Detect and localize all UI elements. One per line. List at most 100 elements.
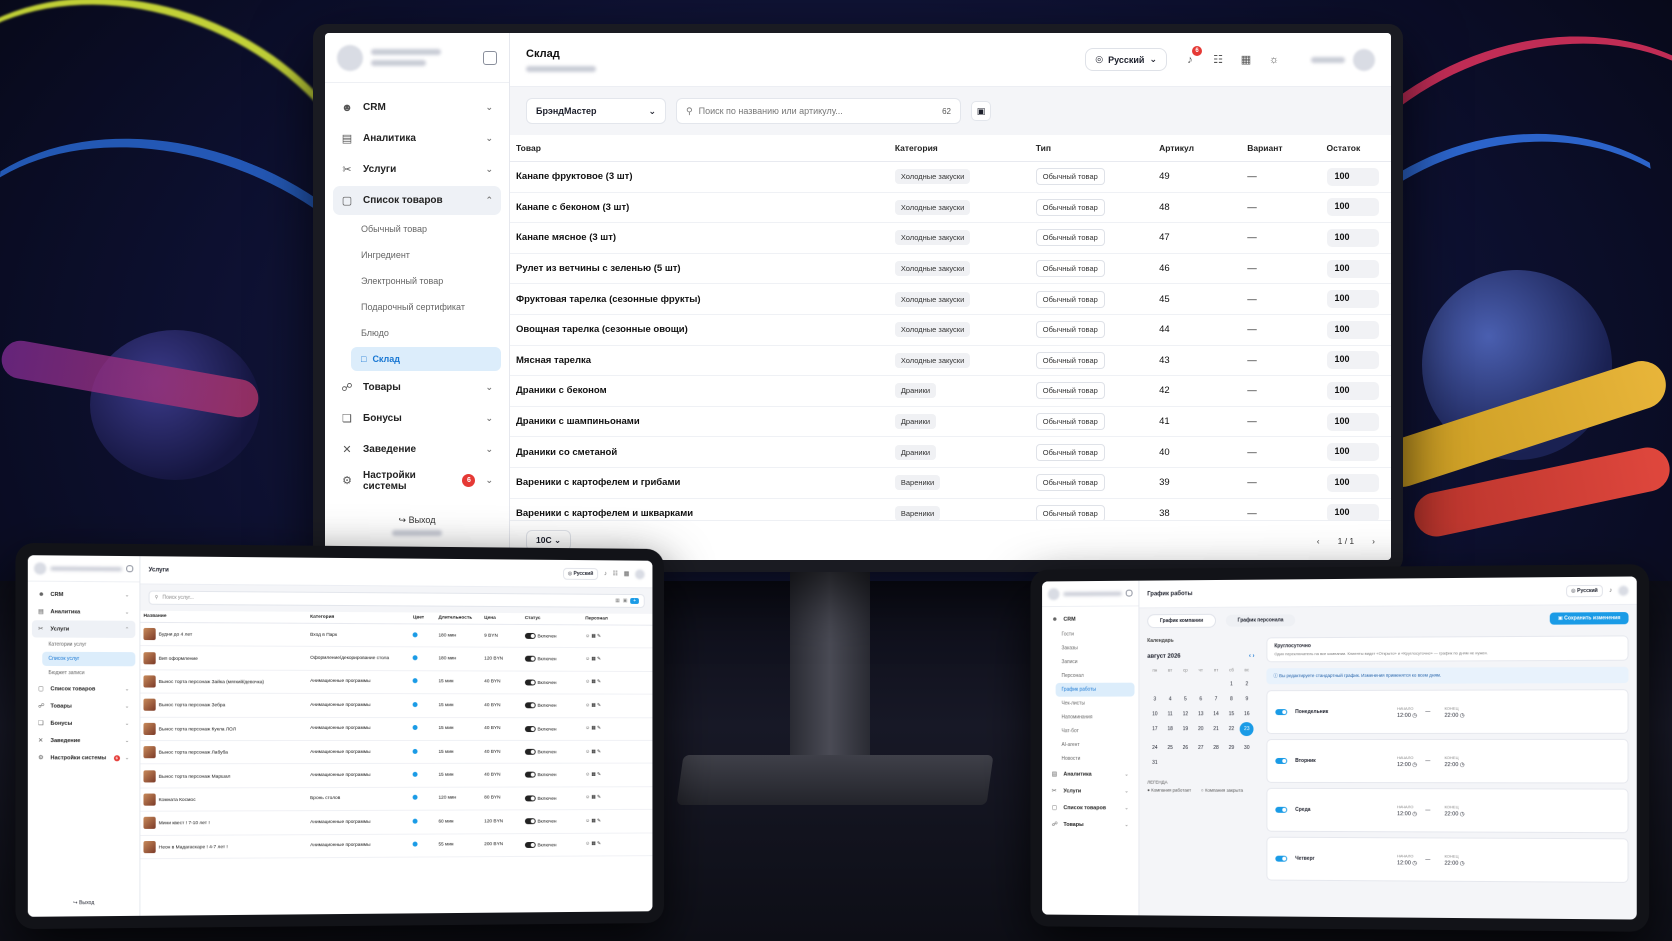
scan-icon[interactable]: ▦ — [1237, 51, 1255, 69]
copy-icon[interactable]: ▣ — [623, 598, 628, 604]
chevron-left-icon[interactable]: ‹ — [1317, 536, 1320, 546]
start-time-input[interactable]: 12:00 ◷ — [1397, 811, 1417, 817]
status-toggle[interactable] — [524, 795, 536, 802]
sidebar-subitem[interactable]: Гости — [1056, 627, 1135, 641]
start-time-input[interactable]: 12:00 ◷ — [1397, 860, 1417, 866]
calendar-day[interactable]: 23 — [1239, 722, 1254, 737]
stock-input[interactable]: 100 — [1326, 351, 1379, 370]
calendar-day[interactable]: 14 — [1208, 711, 1223, 717]
qr-icon[interactable]: ▦ — [591, 634, 595, 639]
language-select[interactable]: ◎ Русский — [563, 567, 599, 580]
sidebar-item-services[interactable]: ✂ Услуги ⌄ — [1046, 782, 1135, 799]
status-toggle[interactable] — [524, 748, 536, 755]
edit-icon[interactable]: ✎ — [597, 726, 601, 731]
sidebar-subitem[interactable]: Персонал — [1056, 669, 1135, 683]
table-row[interactable]: Мясная тарелка Холодные закуски Обычный то… — [510, 345, 1391, 377]
sidebar-subitem[interactable]: Список услуг — [42, 651, 136, 667]
column-header[interactable]: Название — [140, 610, 308, 624]
qr-icon[interactable]: ▦ — [591, 726, 595, 731]
staff-icon[interactable]: ☺ — [585, 773, 590, 778]
logout-button[interactable]: ↪ Выход — [325, 515, 509, 550]
bell-icon[interactable]: ♪ — [1609, 587, 1612, 593]
sidebar-subitem[interactable]: Подарочный сертификат — [351, 295, 501, 319]
calendar-day[interactable]: 22 — [1224, 726, 1239, 736]
scan-icon[interactable]: ▦ — [624, 570, 630, 577]
calendar-day[interactable]: 11 — [1162, 711, 1177, 717]
table-row[interactable]: Вынос торта персонаж Зайка (мягкий/девоч… — [140, 669, 653, 695]
start-time-input[interactable]: 12:00 ◷ — [1397, 762, 1417, 768]
qr-icon[interactable]: ▦ — [591, 657, 595, 662]
sidebar-subitem[interactable]: Чат-бот — [1056, 724, 1135, 738]
edit-icon[interactable]: ✎ — [597, 657, 601, 662]
column-header[interactable]: Артикул — [1153, 135, 1242, 162]
edit-icon[interactable]: ✎ — [597, 773, 601, 778]
stock-input[interactable]: 100 — [1326, 228, 1379, 247]
calendar-day[interactable]: 3 — [1147, 696, 1162, 702]
calendar-day[interactable]: 4 — [1162, 696, 1177, 702]
sidebar-subitem[interactable]: Обычный товар — [351, 217, 501, 241]
calendar-day[interactable]: 2 — [1239, 681, 1254, 687]
staff-icon[interactable]: ☺ — [585, 726, 590, 731]
calendar-day[interactable]: 8 — [1224, 696, 1239, 702]
table-row[interactable]: Канапе с беконом (3 шт) Холодные закуски О… — [510, 192, 1391, 224]
calendar-day[interactable]: 5 — [1178, 696, 1193, 702]
day-enabled-toggle[interactable] — [1275, 855, 1288, 862]
table-row[interactable]: Вынос торта персонаж Маршал Анимационные … — [140, 763, 653, 788]
language-select[interactable]: ◎ Русский — [1566, 584, 1603, 597]
calendar-day[interactable]: 6 — [1193, 696, 1208, 702]
calendar-day[interactable]: 1 — [1224, 681, 1239, 687]
sidebar-item-settings[interactable]: ⚙ Настройки системы 6 ⌄ — [32, 749, 135, 766]
sidebar-item-analytics[interactable]: ▤ Аналитика ⌄ — [333, 124, 501, 153]
calendar-day[interactable]: 26 — [1178, 745, 1193, 751]
day-enabled-toggle[interactable] — [1275, 757, 1288, 764]
sidebar-item-bonuses[interactable]: ❏ Бонусы ⌄ — [333, 404, 501, 433]
qr-icon[interactable]: ▦ — [591, 773, 595, 778]
edit-icon[interactable]: ✎ — [597, 796, 601, 801]
sidebar-item-goods[interactable]: ☍ Товары ⌄ — [333, 373, 501, 402]
calendar-day[interactable]: 25 — [1162, 745, 1177, 751]
calendar-day[interactable]: 7 — [1208, 696, 1223, 702]
edit-icon[interactable]: ✎ — [597, 842, 601, 847]
end-time-input[interactable]: 22:00 ◷ — [1444, 811, 1464, 817]
table-row[interactable]: Вынос торта персонаж Зебра Анимационные п… — [140, 693, 653, 718]
stock-input[interactable]: 100 — [1326, 412, 1379, 431]
table-row[interactable]: Вип оформление Оформление/декорирование с… — [140, 645, 653, 672]
column-header[interactable]: Товар — [510, 135, 889, 162]
sidebar-item-crm[interactable]: ☻ CRM ⌄ — [333, 93, 501, 122]
brand-select[interactable]: БрэндМастер ⌄ — [526, 98, 666, 124]
status-toggle[interactable] — [524, 679, 536, 686]
sidebar-item-crm[interactable]: ☻ CRM — [1046, 610, 1135, 627]
edit-icon[interactable]: ✎ — [597, 819, 601, 824]
table-row[interactable]: Вынос торта персонаж Лабуба Анимационные … — [140, 740, 653, 765]
stock-input[interactable]: 100 — [1326, 320, 1379, 339]
edit-icon[interactable]: ✎ — [597, 703, 601, 708]
status-toggle[interactable] — [524, 841, 536, 848]
avatar[interactable] — [1618, 585, 1629, 596]
avatar[interactable] — [635, 568, 645, 579]
calendar-day[interactable]: 15 — [1224, 711, 1239, 717]
staff-icon[interactable]: ☺ — [585, 796, 590, 801]
column-header[interactable]: Категория — [307, 611, 410, 624]
sidebar-subitem[interactable]: AI-агент — [1056, 738, 1135, 752]
sidebar-item-bonuses[interactable]: ❏ Бонусы ⌄ — [32, 715, 135, 732]
grid-view-icon[interactable]: ▦ — [615, 598, 620, 604]
table-row[interactable]: Вынос торта персонаж Кукла ЛОЛ Анимационн… — [140, 716, 653, 741]
user-menu[interactable] — [1311, 48, 1375, 71]
status-toggle[interactable] — [524, 772, 536, 779]
end-time-input[interactable]: 22:00 ◷ — [1444, 712, 1464, 718]
sidebar-subitem[interactable]: Блюдо — [351, 321, 501, 345]
sidebar-subitem[interactable]: Напоминания — [1056, 710, 1135, 724]
language-select[interactable]: ◎ Русский ⌄ — [1085, 48, 1167, 71]
status-toggle[interactable] — [524, 818, 536, 825]
sidebar-item-product-list[interactable]: ▢ Список товаров ⌃ — [333, 186, 501, 215]
status-toggle[interactable] — [524, 725, 536, 732]
staff-icon[interactable]: ☺ — [585, 819, 590, 824]
calendar-day[interactable]: 24 — [1147, 745, 1162, 751]
search-input[interactable]: ⚲ Поиск услуг... ▦ ▣ + — [148, 590, 645, 608]
sidebar-subitem[interactable]: Категории услуг — [42, 638, 135, 653]
calendar-day[interactable]: 16 — [1239, 711, 1254, 717]
day-enabled-toggle[interactable] — [1275, 806, 1288, 813]
edit-icon[interactable]: ✎ — [597, 680, 601, 685]
calendar-day[interactable]: 27 — [1193, 745, 1208, 751]
chevron-left-icon[interactable]: ‹ — [1249, 653, 1251, 659]
